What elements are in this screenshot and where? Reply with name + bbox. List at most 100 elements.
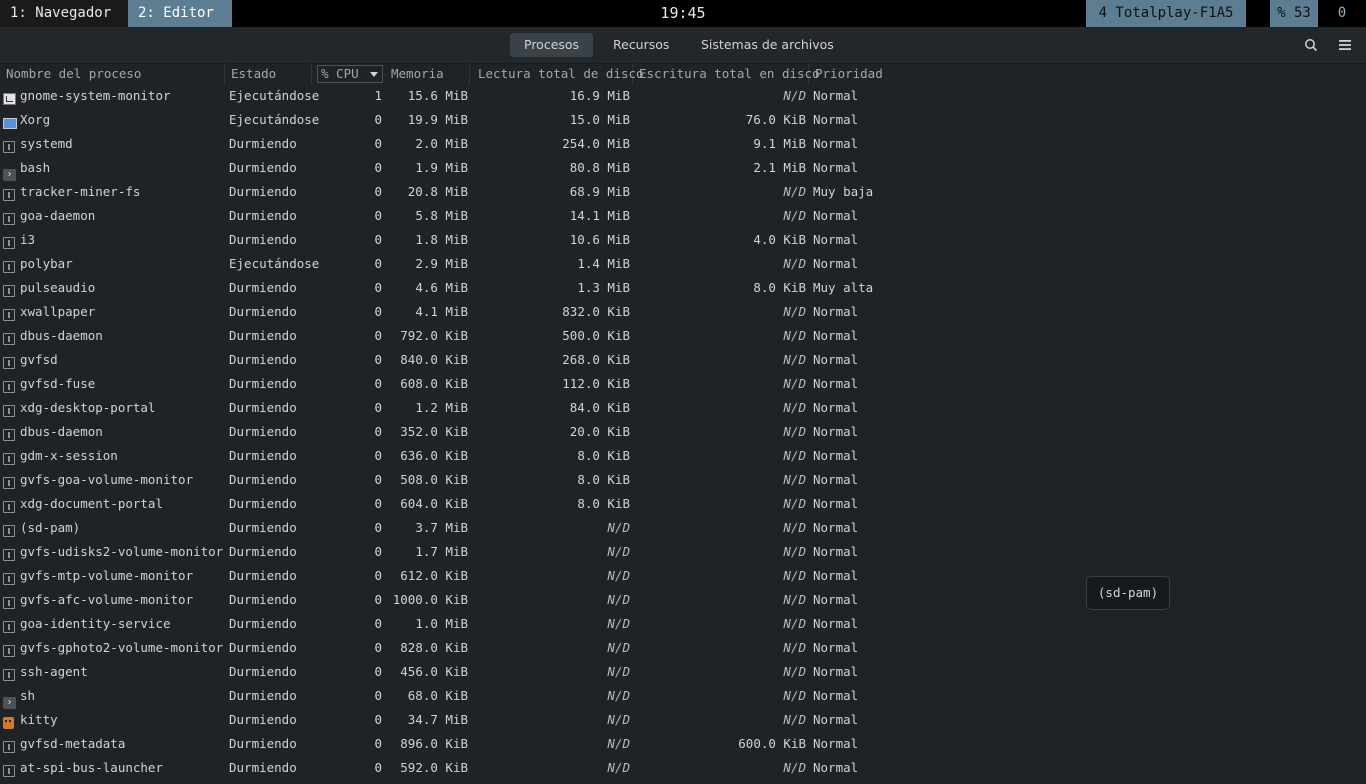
process-disk-write: N/D	[783, 712, 806, 727]
column-header-state[interactable]: Estado	[231, 63, 312, 85]
sort-descending-icon	[370, 72, 378, 77]
process-disk-write: 8.0 KiB	[753, 280, 806, 295]
tab-sistemas-de-archivos[interactable]: Sistemas de archivos	[687, 33, 848, 57]
process-cpu: 0	[374, 592, 382, 607]
process-state: Durmiendo	[229, 568, 297, 583]
table-row[interactable]: pulseaudio Durmiendo 0 4.6 MiB 1.3 MiB 8.0 Ki…	[0, 277, 1366, 301]
process-cpu: 0	[374, 160, 382, 175]
process-disk-read: 254.0 MiB	[562, 136, 630, 151]
table-row[interactable]: polybar Ejecutándose 0 2.9 MiB 1.4 MiB N/D Nor…	[0, 253, 1366, 277]
process-state: Durmiendo	[229, 424, 297, 439]
process-memory: 15.6 MiB	[407, 88, 468, 103]
table-row[interactable]: tracker-miner-fs Durmiendo 0 20.8 MiB 68.9 M…	[0, 181, 1366, 205]
process-disk-read: N/D	[607, 616, 630, 631]
process-icon-wrap	[3, 474, 17, 489]
search-button[interactable]	[1300, 35, 1322, 55]
wifi-status[interactable]: 4 Totalplay-F1A5	[1086, 0, 1246, 27]
process-disk-read: N/D	[607, 760, 630, 775]
column-header-cpu[interactable]: % CPU	[317, 65, 383, 83]
workspace-1[interactable]: 1: Navegador	[0, 0, 128, 27]
table-row[interactable]: (sd-pam) Durmiendo 0 3.7 MiB N/D N/D Normal	[0, 517, 1366, 541]
process-priority: Normal	[813, 400, 859, 415]
process-state: Durmiendo	[229, 616, 297, 631]
generic-process-icon	[3, 285, 15, 297]
process-name: gvfsd-fuse	[20, 376, 96, 391]
table-row[interactable]: gvfsd-fuse Durmiendo 0 608.0 KiB 112.0 KiB N/…	[0, 373, 1366, 397]
table-row[interactable]: dbus-daemon Durmiendo 0 352.0 KiB 20.0 KiB N/…	[0, 421, 1366, 445]
process-disk-write: N/D	[783, 304, 806, 319]
process-state: Durmiendo	[229, 376, 297, 391]
process-priority: Normal	[813, 640, 859, 655]
table-row[interactable]: Xorg Ejecutándose 0 19.9 MiB 15.0 MiB 76.0 Ki…	[0, 109, 1366, 133]
generic-process-icon	[3, 645, 15, 657]
generic-process-icon	[3, 237, 15, 249]
generic-process-icon	[3, 333, 15, 345]
process-memory: 1.7 MiB	[415, 544, 468, 559]
table-row[interactable]: gvfs-gphoto2-volume-monitor Durmiendo 0 828…	[0, 637, 1366, 661]
process-name: bash	[20, 160, 51, 175]
table-row[interactable]: xdg-document-portal Durmiendo 0 604.0 KiB 8.…	[0, 493, 1366, 517]
process-state: Durmiendo	[229, 400, 297, 415]
process-priority: Normal	[813, 208, 859, 223]
process-disk-read: N/D	[607, 664, 630, 679]
table-row[interactable]: gvfsd Durmiendo 0 840.0 KiB 268.0 KiB N/D Norm…	[0, 349, 1366, 373]
table-row[interactable]: kitty Durmiendo 0 34.7 MiB N/D N/D Normal	[0, 709, 1366, 733]
column-header-priority[interactable]: Prioridad	[815, 63, 883, 85]
terminal-icon: ›	[3, 169, 16, 181]
process-state: Durmiendo	[229, 304, 297, 319]
table-row[interactable]: ssh-agent Durmiendo 0 456.0 KiB N/D N/D Normal	[0, 661, 1366, 685]
process-cpu: 0	[374, 112, 382, 127]
process-priority: Muy baja	[813, 184, 874, 199]
column-header-name[interactable]: Nombre del proceso	[6, 63, 225, 85]
process-icon-wrap	[3, 546, 17, 561]
table-row[interactable]: systemd Durmiendo 0 2.0 MiB 254.0 MiB 9.1 MiB…	[0, 133, 1366, 157]
column-header-memory[interactable]: Memoria	[391, 63, 470, 85]
table-row[interactable]: gdm-x-session Durmiendo 0 636.0 KiB 8.0 KiB N…	[0, 445, 1366, 469]
process-cpu: 0	[374, 376, 382, 391]
process-icon-wrap	[3, 114, 17, 129]
table-row[interactable]: xwallpaper Durmiendo 0 4.1 MiB 832.0 KiB N/D N…	[0, 301, 1366, 325]
process-name: gvfs-udisks2-volume-monitor	[20, 544, 224, 559]
table-row[interactable]: at-spi-bus-launcher Durmiendo 0 592.0 KiB N/…	[0, 757, 1366, 781]
process-priority: Normal	[813, 472, 859, 487]
table-row[interactable]: gvfs-udisks2-volume-monitor Durmiendo 0 1.7…	[0, 541, 1366, 565]
tab-recursos[interactable]: Recursos	[599, 33, 683, 57]
tab-procesos[interactable]: Procesos	[510, 33, 594, 57]
menu-button[interactable]	[1334, 35, 1356, 55]
process-priority: Normal	[813, 256, 859, 271]
process-name: xdg-document-portal	[20, 496, 163, 511]
process-icon-wrap	[3, 210, 17, 225]
notification-counter[interactable]: 0	[1318, 0, 1366, 27]
table-row[interactable]: gvfsd-metadata Durmiendo 0 896.0 KiB N/D 600.…	[0, 733, 1366, 757]
process-name: pulseaudio	[20, 280, 96, 295]
table-row[interactable]: goa-daemon Durmiendo 0 5.8 MiB 14.1 MiB N/D No…	[0, 205, 1366, 229]
table-row[interactable]: xdg-desktop-portal Durmiendo 0 1.2 MiB 84.0 …	[0, 397, 1366, 421]
table-row[interactable]: gvfs-goa-volume-monitor Durmiendo 0 508.0 K…	[0, 469, 1366, 493]
workspace-2[interactable]: 2: Editor	[128, 0, 232, 27]
process-cpu: 0	[374, 136, 382, 151]
generic-process-icon	[3, 573, 15, 585]
process-state: Ejecutándose	[229, 112, 320, 127]
table-row[interactable]: › sh Durmiendo 0 68.0 KiB N/D N/D Normal	[0, 685, 1366, 709]
process-state: Durmiendo	[229, 544, 297, 559]
process-state: Durmiendo	[229, 352, 297, 367]
process-state: Durmiendo	[229, 208, 297, 223]
process-icon-wrap	[3, 90, 17, 105]
process-name: tracker-miner-fs	[20, 184, 141, 199]
table-row[interactable]: goa-identity-service Durmiendo 0 1.0 MiB N/D…	[0, 613, 1366, 637]
column-header-disk-read[interactable]: Lectura total de disco	[478, 63, 644, 85]
process-disk-write: N/D	[783, 496, 806, 511]
process-state: Durmiendo	[229, 184, 297, 199]
process-cpu: 0	[374, 760, 382, 775]
process-icon-wrap	[3, 138, 17, 153]
table-row[interactable]: i3 Durmiendo 0 1.8 MiB 10.6 MiB 4.0 KiB Normal	[0, 229, 1366, 253]
process-disk-read: 16.9 MiB	[569, 88, 630, 103]
search-icon	[1305, 39, 1318, 52]
table-row[interactable]: dbus-daemon Durmiendo 0 792.0 KiB 500.0 KiB N…	[0, 325, 1366, 349]
generic-process-icon	[3, 549, 15, 561]
table-row[interactable]: › bash Durmiendo 0 1.9 MiB 80.8 MiB 2.1 MiB Nor…	[0, 157, 1366, 181]
process-name: at-spi-bus-launcher	[20, 760, 163, 775]
table-row[interactable]: gnome-system-monitor Ejecutándose 1 15.6 Mi…	[0, 85, 1366, 109]
process-memory: 1000.0 KiB	[392, 592, 468, 607]
column-header-disk-write[interactable]: Escritura total en disco	[639, 63, 820, 85]
